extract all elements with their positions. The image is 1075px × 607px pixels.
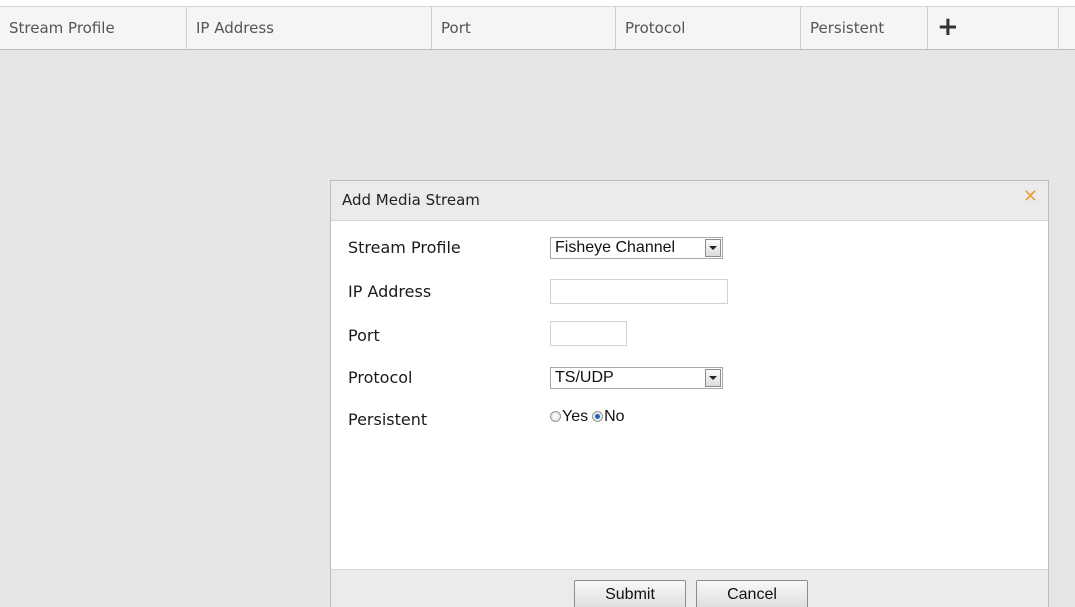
persistent-yes-label[interactable]: Yes <box>562 408 588 425</box>
close-icon[interactable]: ✕ <box>1023 187 1038 207</box>
persistent-no-label[interactable]: No <box>604 408 624 425</box>
stream-profile-select[interactable]: Fisheye Channel <box>550 237 723 259</box>
dialog-title: Add Media Stream <box>342 191 480 209</box>
chevron-down-icon[interactable] <box>705 239 721 257</box>
column-header-port: Port <box>431 7 615 49</box>
port-label: Port <box>348 326 380 345</box>
protocol-value: TS/UDP <box>555 369 614 386</box>
ip-address-label: IP Address <box>348 282 432 301</box>
dialog-footer: Submit Cancel <box>331 569 1048 607</box>
dialog-header: Add Media Stream ✕ <box>331 181 1048 221</box>
column-header-persistent: Persistent <box>800 7 927 49</box>
stream-profile-label: Stream Profile <box>348 238 461 257</box>
persistent-radio-group: Yes No <box>550 408 629 426</box>
column-header-stream-profile: Stream Profile <box>9 19 115 37</box>
ip-address-field[interactable] <box>550 279 728 304</box>
add-media-stream-dialog: Add Media Stream ✕ Stream Profile Fishey… <box>330 180 1049 607</box>
submit-button[interactable]: Submit <box>574 580 686 607</box>
media-stream-page: Stream Profile IP Address Port Protocol … <box>0 0 1075 607</box>
persistent-label: Persistent <box>348 410 428 429</box>
header-divider <box>1058 7 1059 49</box>
port-field[interactable] <box>550 321 627 346</box>
plus-icon[interactable]: + <box>927 7 1058 49</box>
table-header: Stream Profile IP Address Port Protocol … <box>0 6 1075 52</box>
persistent-yes-radio[interactable] <box>550 411 561 422</box>
stream-profile-value: Fisheye Channel <box>555 239 676 256</box>
protocol-label: Protocol <box>348 368 413 387</box>
column-header-protocol: Protocol <box>615 7 800 49</box>
chevron-down-icon[interactable] <box>705 369 721 387</box>
cancel-button[interactable]: Cancel <box>696 580 808 607</box>
column-header-ip-address: IP Address <box>186 7 431 49</box>
protocol-select[interactable]: TS/UDP <box>550 367 723 389</box>
persistent-no-radio[interactable] <box>592 411 604 422</box>
